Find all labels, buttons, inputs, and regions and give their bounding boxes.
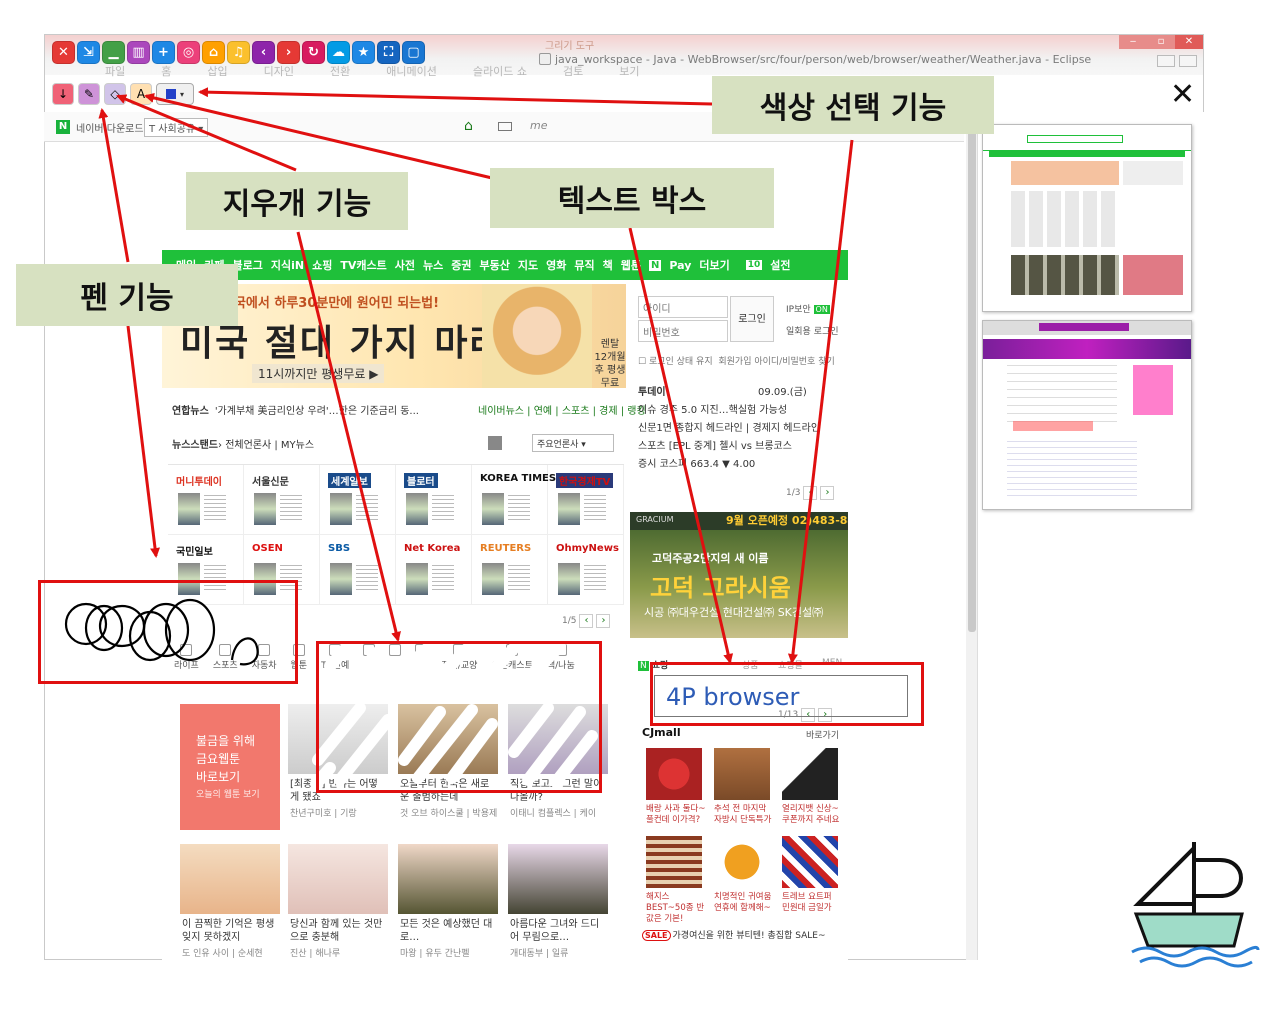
textbox-label: 텍스트 박스 <box>490 168 774 228</box>
4p-logo <box>1131 842 1260 968</box>
pen-label: 펜 기능 <box>16 264 238 326</box>
textbox-demo-box <box>650 662 924 726</box>
pen-demo-box <box>38 580 298 684</box>
eraser-label: 지우개 기능 <box>186 172 408 230</box>
color-picker-label: 색상 선택 기능 <box>712 76 994 134</box>
eraser-demo-box <box>316 641 602 793</box>
annotation-overlay <box>64 87 854 790</box>
screenshot-stage: 그리기 도구 파일 홈 삽입 디자인 전환 애니메이션 슬라이드 쇼 검토 보기 java_wo… <box>0 0 1280 1024</box>
